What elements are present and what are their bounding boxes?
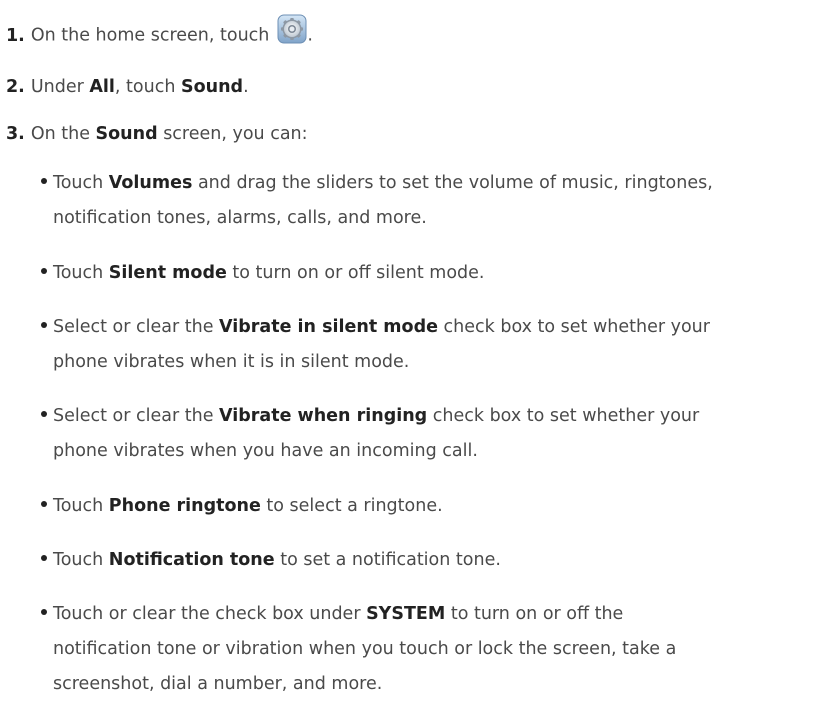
bullet-text: to turn on or off the xyxy=(445,604,624,624)
bullet-dot xyxy=(41,609,47,615)
bullet-continuation: phone vibrates when it is in silent mode… xyxy=(53,352,410,372)
bullet-continuation: notification tones, alarms, calls, and m… xyxy=(53,208,427,228)
step-number: 2. xyxy=(6,77,25,97)
step-1: 1. On the home screen, touch . xyxy=(6,14,313,51)
bold-term: Volumes xyxy=(108,173,193,193)
bold-term: Vibrate when ringing xyxy=(219,406,428,426)
step-text-end: . xyxy=(243,77,249,97)
step-2: 2. Under All, touch Sound. xyxy=(6,75,249,99)
step-number: 3. xyxy=(6,124,25,144)
step-text-end: screen, you can: xyxy=(157,124,308,144)
bullet-text: Touch or clear the check box under xyxy=(53,604,367,624)
bold-term: Notification tone xyxy=(108,550,275,570)
bullet-text: Touch xyxy=(53,173,109,193)
bullet-text: Touch xyxy=(53,550,109,570)
bullet-item: Touch or clear the check box under SYSTE… xyxy=(41,597,811,702)
bullet-text: Touch xyxy=(53,496,109,516)
bold-term: All xyxy=(89,77,115,97)
bold-term: SYSTEM xyxy=(366,604,446,624)
bullet-text: to turn on or off silent mode. xyxy=(226,263,485,283)
bullet-dot xyxy=(41,178,47,184)
bullet-item: Select or clear the Vibrate when ringing… xyxy=(41,399,811,469)
bullet-text: Touch xyxy=(53,263,109,283)
bullet-dot xyxy=(41,411,47,417)
settings-gear-icon xyxy=(277,14,307,51)
step-text-end: . xyxy=(307,25,313,46)
bullet-continuation: screenshot, dial a number, and more. xyxy=(53,674,383,694)
bullet-item: Touch Notification tone to set a notific… xyxy=(41,543,811,578)
bold-term: Phone ringtone xyxy=(108,496,261,516)
bullet-continuation: phone vibrates when you have an incoming… xyxy=(53,441,478,461)
bullet-text: check box to set whether your xyxy=(437,317,710,337)
bold-term: Silent mode xyxy=(108,263,227,283)
bullet-item: Select or clear the Vibrate in silent mo… xyxy=(41,310,811,380)
bullet-text: check box to set whether your xyxy=(427,406,700,426)
bullet-text: Select or clear the xyxy=(53,317,220,337)
bullet-dot xyxy=(41,322,47,328)
bullet-text: to set a notification tone. xyxy=(274,550,501,570)
step-text: On the xyxy=(30,124,96,144)
step-number: 1. xyxy=(6,25,25,46)
bullet-text: Select or clear the xyxy=(53,406,220,426)
bullet-continuation: notification tone or vibration when you … xyxy=(53,639,677,659)
step-text: Under xyxy=(30,77,90,97)
bullet-text: and drag the sliders to set the volume o… xyxy=(192,173,713,193)
bullet-item: Touch Silent mode to turn on or off sile… xyxy=(41,256,811,291)
step-text: On the home screen, touch xyxy=(30,25,270,46)
bullet-dot xyxy=(41,501,47,507)
step-3: 3. On the Sound screen, you can: xyxy=(6,122,308,146)
bullet-text: to select a ringtone. xyxy=(260,496,443,516)
bold-term: Vibrate in silent mode xyxy=(219,317,438,337)
step-text: , touch xyxy=(114,77,181,97)
bullet-dot xyxy=(41,555,47,561)
bold-term: Sound xyxy=(95,124,158,144)
bullet-item: Touch Phone ringtone to select a rington… xyxy=(41,489,811,524)
bullet-dot xyxy=(41,268,47,274)
bullet-item: Touch Volumes and drag the sliders to se… xyxy=(41,166,811,236)
bold-term: Sound xyxy=(180,77,244,97)
